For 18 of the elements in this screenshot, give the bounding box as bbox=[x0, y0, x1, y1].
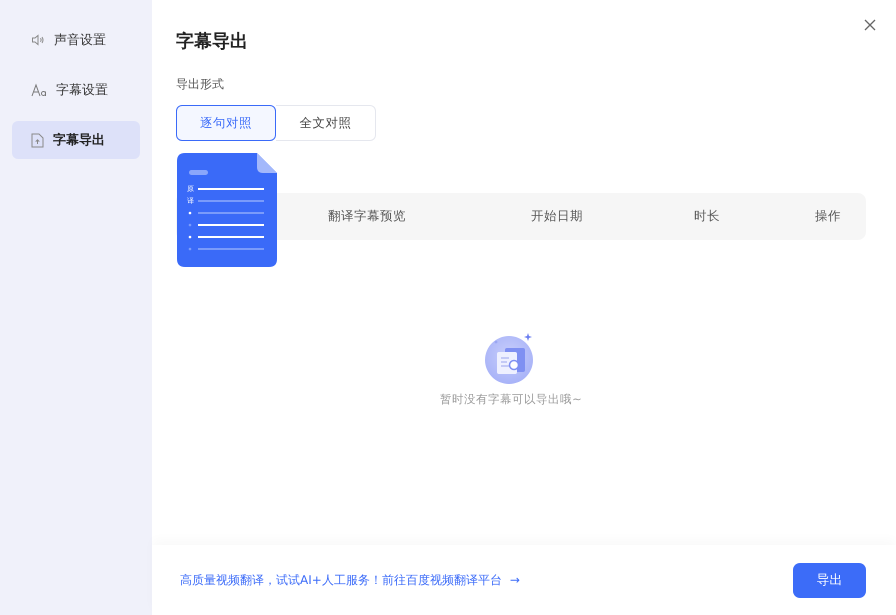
sidebar-item[interactable]: 字幕导出 bbox=[12, 121, 140, 159]
file-upload-icon bbox=[31, 132, 44, 148]
segment-tab[interactable]: 全文对照 bbox=[276, 105, 376, 141]
segment-tab[interactable]: 逐句对照 bbox=[176, 105, 276, 141]
section-label: 导出形式 bbox=[176, 76, 225, 93]
column-header: 时长 bbox=[694, 208, 720, 223]
sidebar-item[interactable]: 声音设置 bbox=[12, 21, 140, 59]
font-icon bbox=[31, 83, 47, 97]
close-icon[interactable] bbox=[864, 19, 876, 31]
column-header: 开始日期 bbox=[531, 208, 583, 223]
page-title: 字幕导出 bbox=[176, 31, 249, 53]
promo-link[interactable]: 高质量视频翻译，试试AI+人工服务！前往百度视频翻译平台 → bbox=[180, 572, 520, 588]
sidebar-item[interactable]: 字幕设置 bbox=[12, 71, 140, 109]
column-header: 操作 bbox=[815, 208, 841, 223]
export-button[interactable]: 导出 bbox=[793, 562, 866, 598]
speaker-icon bbox=[31, 33, 45, 47]
column-header: 翻译字幕预览 bbox=[328, 208, 406, 223]
empty-message: 暂时没有字幕可以导出哦~ bbox=[440, 392, 582, 407]
